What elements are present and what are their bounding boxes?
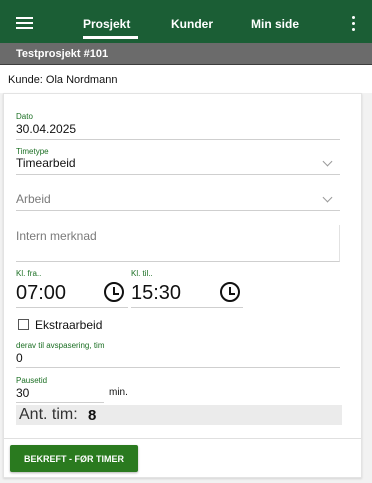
- from-time-field[interactable]: 07:00: [16, 282, 66, 305]
- date-underline: [16, 139, 340, 140]
- divider: [4, 438, 361, 439]
- to-time-underline: [131, 307, 243, 308]
- pause-underline: [16, 402, 104, 403]
- customer-row: Kunde: Ola Nordmann: [0, 65, 372, 93]
- comp-time-label: derav til avspasering, tim: [16, 341, 105, 350]
- clock-icon[interactable]: [220, 282, 240, 302]
- extra-work-label: Ekstraarbeid: [35, 318, 103, 332]
- to-time-label: Kl. til..: [131, 269, 153, 278]
- top-app-bar: Prosjekt Kunder Min side: [0, 0, 372, 43]
- active-tab-indicator: [83, 36, 138, 39]
- confirm-button[interactable]: BEKREFT - FØR TIMER: [10, 445, 138, 472]
- chevron-down-icon[interactable]: [322, 192, 333, 203]
- total-hours-label: Ant. tim:: [19, 406, 78, 423]
- comp-time-underline: [16, 367, 340, 368]
- work-select[interactable]: Arbeid: [16, 192, 51, 206]
- total-hours-bar: Ant. tim: 8: [16, 405, 342, 425]
- time-entry-form: Dato 30.04.2025 Timetype Timearbeid Arbe…: [3, 93, 362, 478]
- menu-icon[interactable]: [16, 17, 33, 29]
- date-label: Dato: [16, 112, 33, 121]
- pause-label: Pausetid: [16, 376, 48, 385]
- more-options-icon[interactable]: [352, 16, 356, 32]
- chevron-down-icon[interactable]: [322, 156, 333, 167]
- from-time-underline: [16, 307, 128, 308]
- tab-kunder[interactable]: Kunder: [171, 17, 213, 31]
- date-field[interactable]: 30.04.2025: [16, 122, 76, 136]
- from-time-label: Kl. fra..: [16, 269, 42, 278]
- tab-min-side[interactable]: Min side: [251, 17, 299, 31]
- pause-unit: min.: [109, 387, 128, 398]
- project-title: Testprosjekt #101: [16, 48, 109, 60]
- tab-prosjekt[interactable]: Prosjekt: [83, 17, 130, 31]
- total-hours-value: 8: [88, 407, 97, 424]
- internal-note-placeholder: Intern merknad: [16, 229, 97, 243]
- clock-icon[interactable]: [104, 282, 124, 302]
- timetype-select[interactable]: Timearbeid: [16, 156, 76, 170]
- comp-time-field[interactable]: 0: [16, 351, 23, 365]
- project-header: Testprosjekt #101: [0, 43, 372, 65]
- customer-name: Kunde: Ola Nordmann: [8, 74, 118, 86]
- pause-field[interactable]: 30: [16, 386, 29, 400]
- extra-work-checkbox[interactable]: [18, 319, 29, 330]
- timetype-label: Timetype: [16, 147, 49, 156]
- work-underline: [16, 210, 340, 211]
- timetype-underline: [16, 174, 340, 175]
- to-time-field[interactable]: 15:30: [131, 282, 181, 305]
